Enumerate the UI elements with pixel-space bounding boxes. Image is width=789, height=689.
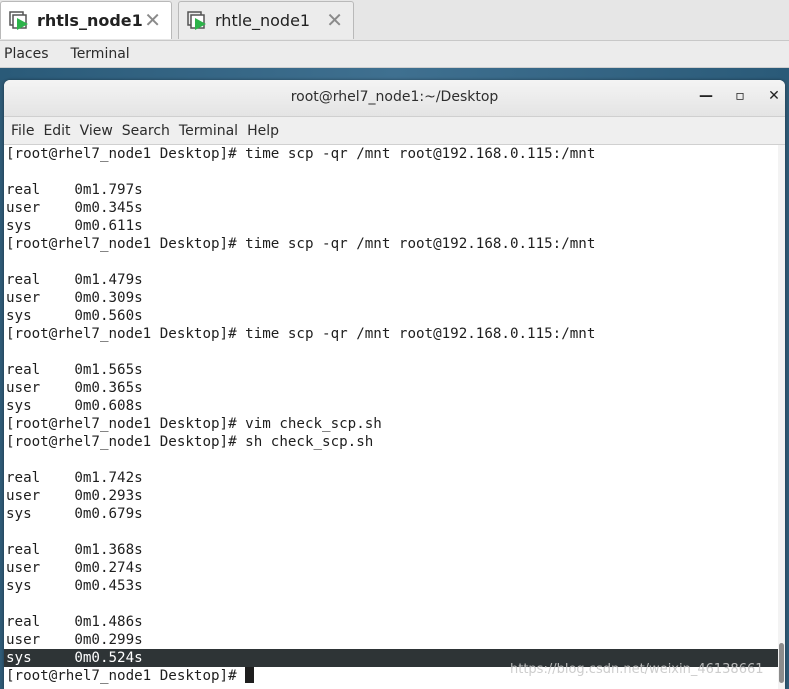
terminal-line: user 0m0.274s — [6, 560, 143, 576]
terminal-line: real 0m1.486s — [6, 614, 143, 630]
terminal-line: [root@rhel7_node1 Desktop]# vim check_sc… — [6, 416, 382, 432]
terminal-line: sys 0m0.679s — [6, 506, 143, 522]
scrollbar-thumb[interactable] — [779, 643, 784, 683]
terminal-scrollbar[interactable] — [778, 145, 785, 689]
menu-file[interactable]: File — [11, 123, 34, 139]
terminal-line: [root@rhel7_node1 Desktop]# sh check_scp… — [6, 434, 374, 450]
terminal-line: real 0m1.479s — [6, 272, 143, 288]
maximize-button[interactable]: ▫ — [730, 88, 750, 104]
window-title: root@rhel7_node1:~/Desktop — [290, 89, 499, 105]
menu-edit[interactable]: Edit — [43, 123, 70, 139]
terminal-line: user 0m0.345s — [6, 200, 143, 216]
menu-view[interactable]: View — [80, 123, 113, 139]
terminal-line: user 0m0.299s — [6, 632, 143, 648]
terminal-line: real 0m1.797s — [6, 182, 143, 198]
close-tab-icon[interactable]: ✕ — [144, 10, 161, 30]
terminal-line: real 0m1.368s — [6, 542, 143, 558]
tab-rhtls-node1[interactable]: rhtls_node1 ✕ — [0, 1, 172, 39]
terminal-app-menu[interactable]: Terminal — [71, 46, 130, 62]
terminal-line: [root@rhel7_node1 Desktop]# — [6, 667, 255, 685]
terminal-line: real 0m1.742s — [6, 470, 143, 486]
tab-title: rhtle_node1 — [215, 11, 311, 30]
terminal-output[interactable]: [root@rhel7_node1 Desktop]# time scp -qr… — [4, 145, 778, 689]
terminal-line: [root@rhel7_node1 Desktop]# time scp -qr… — [6, 146, 596, 162]
watermark: https://blog.csdn.net/weixin_46138661 — [510, 662, 764, 677]
terminal-line: [root@rhel7_node1 Desktop]# time scp -qr… — [6, 236, 596, 252]
vm-display-icon — [9, 10, 31, 32]
tab-title: rhtls_node1 — [37, 11, 143, 30]
vm-display-icon — [187, 10, 209, 32]
terminal-line: sys 0m0.453s — [6, 578, 143, 594]
terminal-line: [root@rhel7_node1 Desktop]# time scp -qr… — [6, 326, 596, 342]
window-titlebar[interactable]: root@rhel7_node1:~/Desktop — ▫ ✕ — [4, 80, 785, 117]
close-button[interactable]: ✕ — [764, 88, 784, 104]
terminal-line: sys 0m0.608s — [6, 398, 143, 414]
close-tab-icon[interactable]: ✕ — [326, 10, 343, 30]
terminal-line: user 0m0.293s — [6, 488, 143, 504]
terminal-window: root@rhel7_node1:~/Desktop — ▫ ✕ File Ed… — [4, 80, 785, 689]
menu-search[interactable]: Search — [122, 123, 170, 139]
menu-bar: File Edit View Search Terminal Help — [4, 117, 785, 145]
top-panel: Places Terminal — [0, 41, 789, 68]
terminal-line: real 0m1.565s — [6, 362, 143, 378]
tab-bar: rhtls_node1 ✕ rhtle_node1 ✕ — [0, 0, 789, 41]
tab-rhtle-node1[interactable]: rhtle_node1 ✕ — [178, 1, 354, 39]
menu-help[interactable]: Help — [247, 123, 279, 139]
desktop-background — [0, 68, 789, 80]
minimize-button[interactable]: — — [696, 88, 716, 104]
text-cursor — [245, 667, 255, 683]
terminal-line: user 0m0.365s — [6, 380, 143, 396]
terminal-line: user 0m0.309s — [6, 290, 143, 306]
places-menu[interactable]: Places — [4, 46, 49, 62]
terminal-line: sys 0m0.560s — [6, 308, 143, 324]
menu-terminal[interactable]: Terminal — [179, 123, 238, 139]
terminal-line: sys 0m0.611s — [6, 218, 143, 234]
